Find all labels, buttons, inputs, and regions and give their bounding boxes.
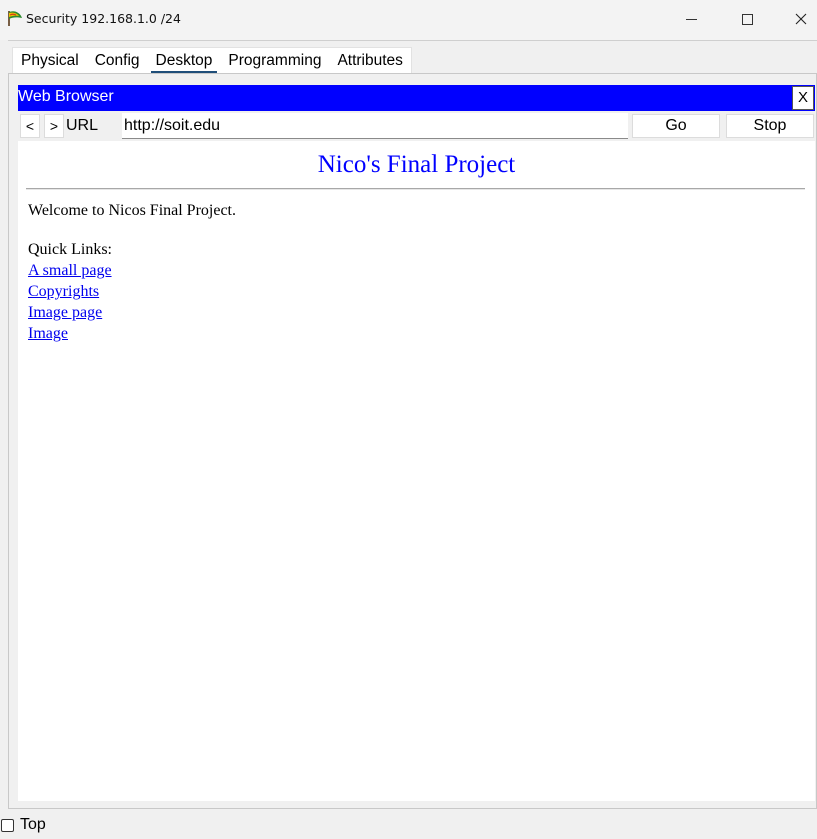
tab-config[interactable]: Config — [87, 48, 148, 74]
link-image[interactable]: Image — [28, 323, 112, 344]
minimize-button[interactable] — [668, 0, 714, 38]
device-tabs: Physical Config Desktop Programming Attr… — [12, 47, 412, 74]
horizontal-rule — [26, 188, 805, 190]
web-browser-header: Web Browser X — [18, 85, 815, 111]
top-label: Top — [20, 816, 46, 833]
link-small-page[interactable]: A small page — [28, 260, 112, 281]
back-button[interactable]: < — [20, 114, 40, 138]
maximize-icon — [741, 13, 753, 25]
title-separator — [8, 40, 817, 41]
quick-links-label: Quick Links: — [28, 241, 112, 258]
tab-desktop[interactable]: Desktop — [148, 48, 221, 74]
minimize-icon — [685, 18, 697, 20]
quick-links-list: A small page Copyrights Image page Image — [28, 260, 112, 344]
window-titlebar: Security 192.168.1.0 /24 — [0, 0, 817, 40]
forward-button[interactable]: > — [44, 114, 64, 138]
tab-programming[interactable]: Programming — [220, 48, 329, 74]
web-browser-title: Web Browser — [18, 88, 114, 105]
tab-physical[interactable]: Physical — [13, 48, 87, 74]
window-title: Security 192.168.1.0 /24 — [26, 11, 181, 26]
maximize-button[interactable] — [724, 0, 770, 38]
packet-tracer-leaf-icon — [8, 11, 22, 26]
web-browser-close-button[interactable]: X — [792, 86, 814, 110]
link-image-page[interactable]: Image page — [28, 302, 112, 323]
stop-button[interactable]: Stop — [726, 114, 814, 138]
tab-attributes[interactable]: Attributes — [329, 48, 410, 74]
browser-navbar: < > URL Go Stop — [18, 112, 815, 140]
bottom-bar: Top — [0, 810, 817, 839]
url-input[interactable] — [122, 113, 628, 139]
close-icon — [795, 13, 807, 25]
browser-content: Nico's Final Project Welcome to Nicos Fi… — [18, 141, 815, 801]
page-heading: Nico's Final Project — [317, 151, 516, 178]
top-checkbox[interactable] — [1, 819, 14, 832]
link-copyrights[interactable]: Copyrights — [28, 281, 112, 302]
go-button[interactable]: Go — [632, 114, 720, 138]
welcome-text: Welcome to Nicos Final Project. — [28, 202, 236, 219]
url-label: URL — [66, 117, 99, 134]
close-window-button[interactable] — [778, 0, 817, 38]
